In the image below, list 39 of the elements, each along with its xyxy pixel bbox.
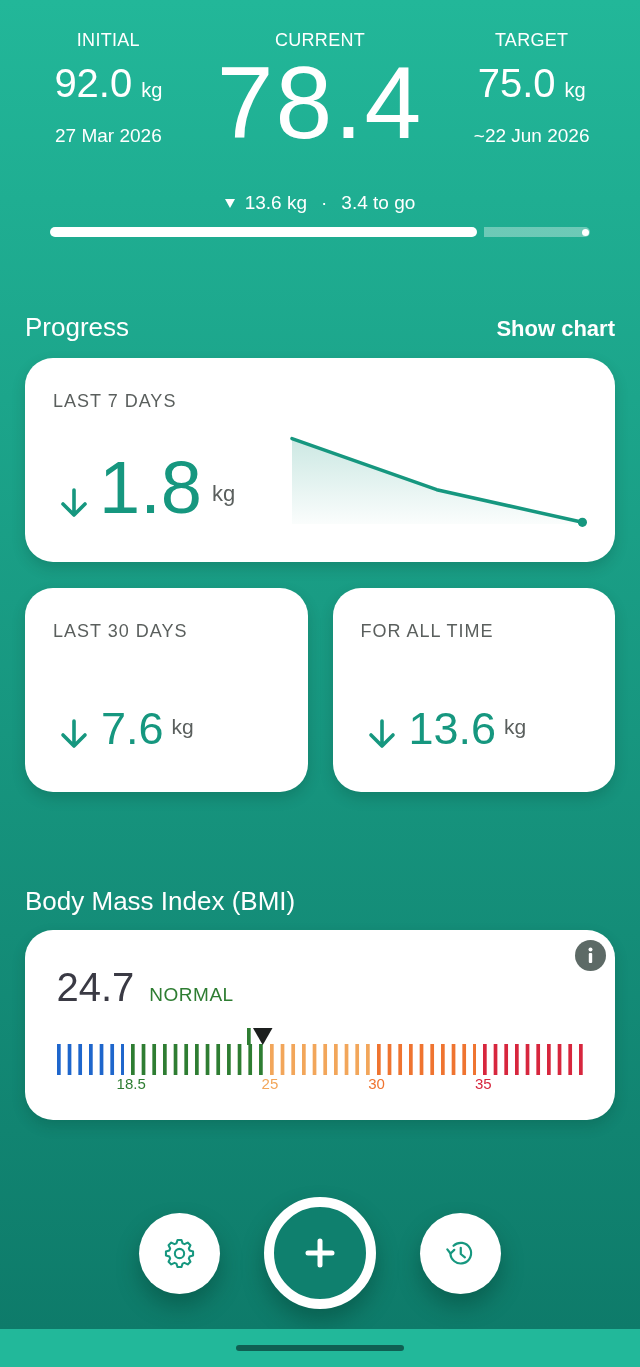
change-value: 13.6 <box>408 706 497 752</box>
section-title: Progress <box>25 312 130 342</box>
card-label: LAST 7 DAYS <box>53 390 177 412</box>
section-title: Body Mass Index (BMI) <box>25 886 296 916</box>
unit-label: kg <box>564 78 586 103</box>
down-arrow-icon <box>59 488 89 518</box>
stat-date: ~22 Jun 2026 <box>473 125 590 147</box>
scale-label: 30 <box>368 1075 385 1092</box>
stat-label: INITIAL <box>76 29 140 51</box>
separator: · <box>321 192 328 214</box>
unit-label: kg <box>171 716 194 738</box>
bmi-category: NORMAL <box>149 983 234 1007</box>
stat-value: 92.0 <box>54 61 133 105</box>
down-arrow-icon <box>59 719 89 749</box>
change-value: 1.8 <box>99 451 202 525</box>
unit-label: kg <box>141 78 163 103</box>
current-weight: 78.4 <box>216 63 424 143</box>
end-dot-icon <box>582 228 589 236</box>
card-label: LAST 30 DAYS <box>53 620 188 642</box>
scale-label: 25 <box>261 1075 279 1092</box>
remaining-text: 3.4 to go <box>341 192 416 214</box>
bmi-value: 24.7 <box>56 965 135 1009</box>
down-triangle-icon <box>224 198 235 208</box>
scale-label: 35 <box>474 1075 492 1092</box>
card-label: FOR ALL TIME <box>360 620 494 642</box>
plus-icon <box>305 1238 335 1268</box>
stat-value: 75.0 <box>477 61 556 105</box>
unit-label: kg <box>211 483 236 505</box>
stat-label: TARGET <box>494 29 569 51</box>
stat-date: 27 Mar 2026 <box>55 125 162 147</box>
scale-label: 18.5 <box>116 1075 146 1092</box>
weight-change: 13.6 kg <box>244 192 307 214</box>
unit-label: kg <box>504 716 527 738</box>
settings-icon <box>164 1237 195 1269</box>
info-icon[interactable] <box>575 940 606 971</box>
show-chart-link[interactable]: Show chart <box>496 314 615 344</box>
down-arrow-icon <box>366 719 397 749</box>
change-value: 7.6 <box>101 706 164 752</box>
stat-label: CURRENT <box>274 29 366 51</box>
